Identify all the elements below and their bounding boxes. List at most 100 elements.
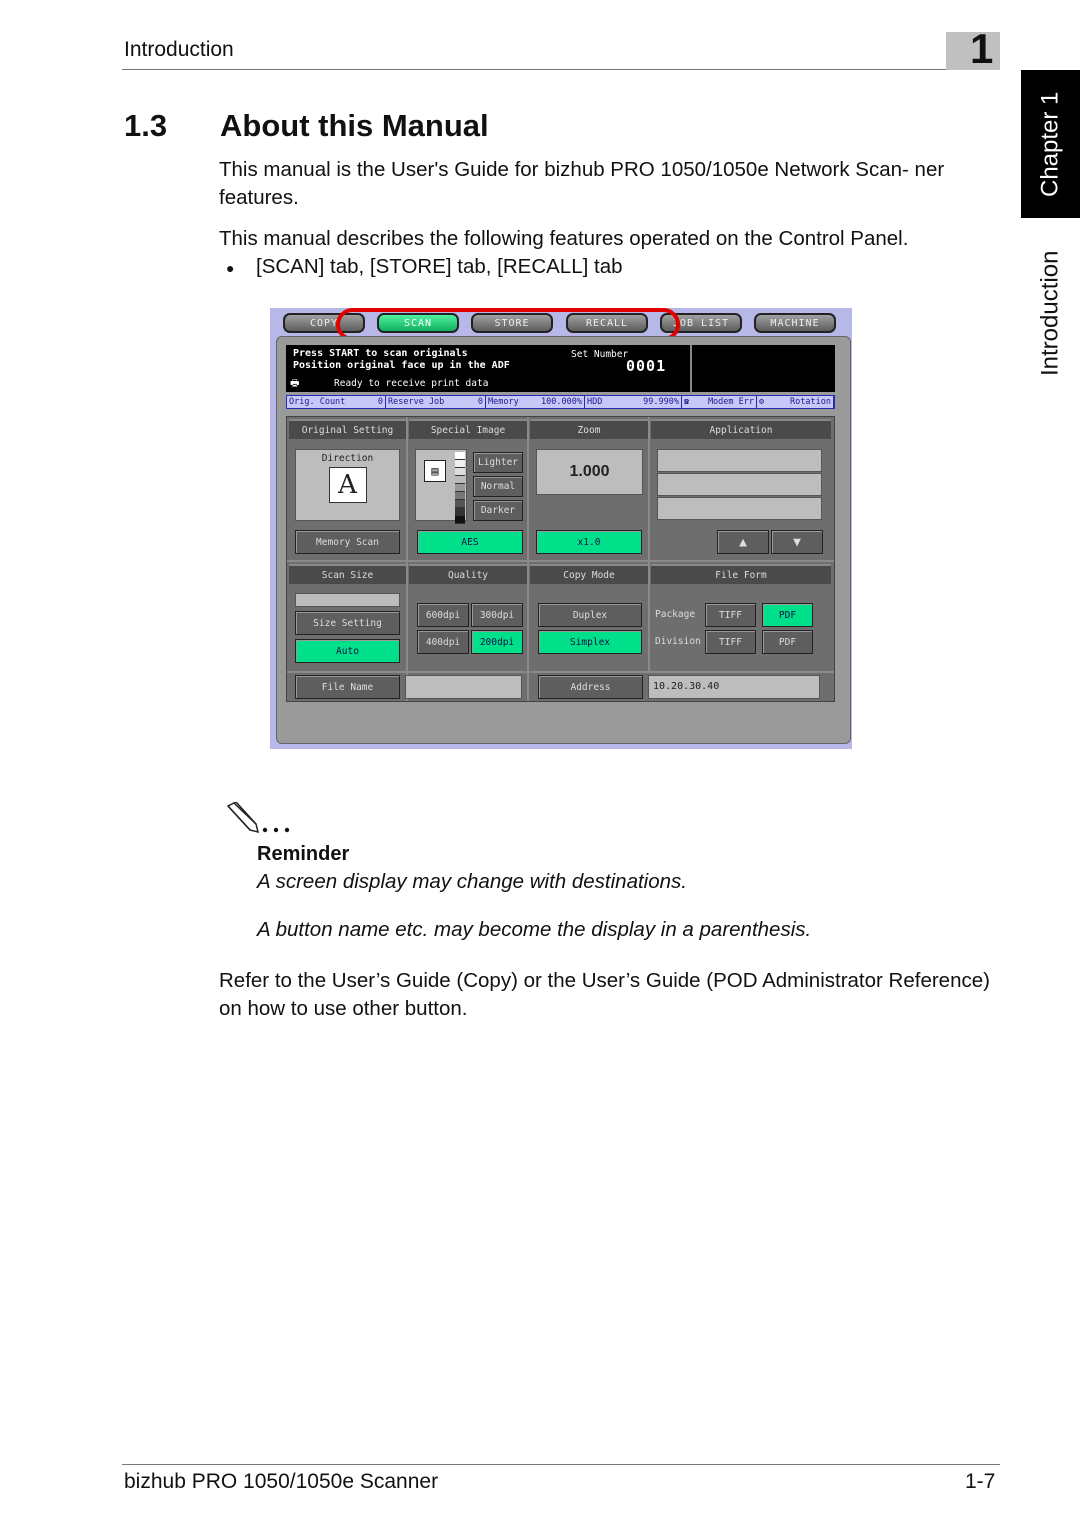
original-setting-button[interactable]: Original Setting xyxy=(289,419,406,439)
reminder-line: A button name etc. may become the displa… xyxy=(257,918,812,941)
reminder-title: Reminder xyxy=(257,843,350,865)
set-number-value: 0001 xyxy=(626,357,667,375)
status-memory: Memory 100.000% xyxy=(486,396,584,408)
message-area: Press START to scan originals Position o… xyxy=(286,345,690,392)
status-orig-count: Orig. Count 0 xyxy=(287,396,385,408)
set-number-label: Set Number xyxy=(571,349,629,360)
direction-glyph: A xyxy=(328,467,367,503)
quality-header: Quality xyxy=(409,564,527,584)
application-slot-1[interactable] xyxy=(657,449,822,472)
rotation-status: Rotation xyxy=(790,397,831,407)
zoom-button[interactable]: Zoom xyxy=(530,419,648,439)
reference-paragraph: Refer to the User’s Guide (Copy) or the … xyxy=(219,969,990,1020)
memory-scan-button[interactable]: Memory Scan xyxy=(295,530,400,554)
column-divider xyxy=(406,417,408,701)
message-area-right xyxy=(690,345,835,392)
direction-label: Direction xyxy=(321,453,374,464)
settings-grid: Original Setting Special Image Zoom Appl… xyxy=(286,416,835,702)
feature-bullet: ● [SCAN] tab, [STORE] tab, [RECALL] tab xyxy=(226,253,623,282)
hdd-label: HDD xyxy=(587,397,603,407)
orig-count-value: 0 xyxy=(377,397,383,407)
reserve-job-value: 0 xyxy=(477,397,483,407)
arrow-up-icon[interactable]: ▲ xyxy=(717,530,769,554)
page-number: 1-7 xyxy=(965,1470,996,1493)
application-button[interactable]: Application xyxy=(651,419,831,439)
scan-size-display xyxy=(295,593,400,607)
size-setting-button[interactable]: Size Setting xyxy=(295,611,400,635)
application-slot-3[interactable] xyxy=(657,497,822,520)
column-divider xyxy=(527,417,529,701)
section-heading: About this Manual xyxy=(220,108,489,143)
status-modem: ☎ Modem Err xyxy=(682,396,756,408)
modem-icon: ☎ xyxy=(684,397,690,407)
zoom-preset-button[interactable]: x1.0 xyxy=(536,530,642,554)
status-rotation: ⚙ Rotation xyxy=(757,396,833,408)
file-name-button[interactable]: File Name xyxy=(295,675,400,699)
pencil-note-icon xyxy=(222,801,302,841)
division-pdf-button[interactable]: PDF xyxy=(762,630,813,654)
status-hdd: HDD 99.990% xyxy=(585,396,681,408)
features-paragraph: This manual describes the following feat… xyxy=(219,227,909,250)
file-name-field[interactable] xyxy=(405,675,522,699)
quality-300dpi-button[interactable]: 300dpi xyxy=(471,603,523,627)
division-tiff-button[interactable]: TIFF xyxy=(705,630,756,654)
density-scale xyxy=(455,452,465,524)
quality-200dpi-button[interactable]: 200dpi xyxy=(471,630,523,654)
memory-value: 100.000% xyxy=(541,397,582,407)
darker-button[interactable]: Darker xyxy=(473,500,523,521)
quality-600dpi-button[interactable]: 600dpi xyxy=(417,603,469,627)
application-slot-2[interactable] xyxy=(657,473,822,496)
chapter-number: 1 xyxy=(970,25,994,72)
header-rule xyxy=(122,69,1000,70)
normal-button[interactable]: Normal xyxy=(473,476,523,497)
hdd-value: 99.990% xyxy=(643,397,679,407)
intro-paragraph: This manual is the User's Guide for bizh… xyxy=(219,158,945,209)
zoom-value: 1.000 xyxy=(536,449,643,495)
package-tiff-button[interactable]: TIFF xyxy=(705,603,756,627)
footer-product: bizhub PRO 1050/1050e Scanner xyxy=(124,1470,439,1493)
running-header-section: Introduction xyxy=(124,38,234,61)
document-icon: ▤ xyxy=(424,460,446,482)
row-divider xyxy=(287,671,834,673)
side-tab-section: Introduction xyxy=(1036,250,1064,376)
rotation-icon: ⚙ xyxy=(759,397,765,407)
file-form-header: File Form xyxy=(651,564,831,584)
reserve-job-label: Reserve Job xyxy=(388,397,445,407)
arrow-down-icon[interactable]: ▼ xyxy=(771,530,823,554)
address-button[interactable]: Address xyxy=(538,675,643,699)
aes-button[interactable]: AES xyxy=(417,530,523,554)
memory-label: Memory xyxy=(488,397,519,407)
direction-panel[interactable]: Direction A xyxy=(295,449,400,521)
section-number: 1.3 xyxy=(124,108,168,143)
footer-rule xyxy=(122,1464,1000,1465)
modem-status: Modem Err xyxy=(707,397,754,407)
reminder-line: A screen display may change with destina… xyxy=(257,870,687,893)
control-panel-screenshot: COPY SCAN STORE RECALL JOB LIST MACHINE … xyxy=(270,308,852,749)
lighter-button[interactable]: Lighter xyxy=(473,452,523,473)
special-image-button[interactable]: Special Image xyxy=(409,419,527,439)
status-reserve-job: Reserve Job 0 xyxy=(386,396,485,408)
simplex-button[interactable]: Simplex xyxy=(538,630,642,654)
orig-count-label: Orig. Count xyxy=(289,397,346,407)
message-line-1: Press START to scan originals xyxy=(293,348,468,359)
message-line-3: Ready to receive print data xyxy=(334,378,489,389)
bullet-icon: ● xyxy=(226,259,235,276)
scan-size-header: Scan Size xyxy=(289,564,406,584)
column-divider xyxy=(648,417,650,673)
package-label: Package xyxy=(655,609,696,620)
section-title: 1.3 About this Manual xyxy=(124,108,489,144)
copy-mode-header: Copy Mode xyxy=(530,564,648,584)
tab-machine[interactable]: MACHINE xyxy=(754,313,836,333)
row-divider xyxy=(287,560,834,562)
message-line-2: Position original face up in the ADF xyxy=(293,360,510,371)
quality-400dpi-button[interactable]: 400dpi xyxy=(417,630,469,654)
status-bar: Orig. Count 0 Reserve Job 0 Memory 100.000%… xyxy=(286,395,835,409)
package-pdf-button[interactable]: PDF xyxy=(762,603,813,627)
division-label: Division xyxy=(655,636,701,647)
address-field[interactable]: 10.20.30.40 xyxy=(648,675,820,699)
bullet-text: [SCAN] tab, [STORE] tab, [RECALL] tab xyxy=(256,255,623,278)
duplex-button[interactable]: Duplex xyxy=(538,603,642,627)
printer-icon: 🖶 xyxy=(290,378,300,389)
auto-size-button[interactable]: Auto xyxy=(295,639,400,663)
side-tab-chapter: Chapter 1 xyxy=(1036,91,1064,197)
